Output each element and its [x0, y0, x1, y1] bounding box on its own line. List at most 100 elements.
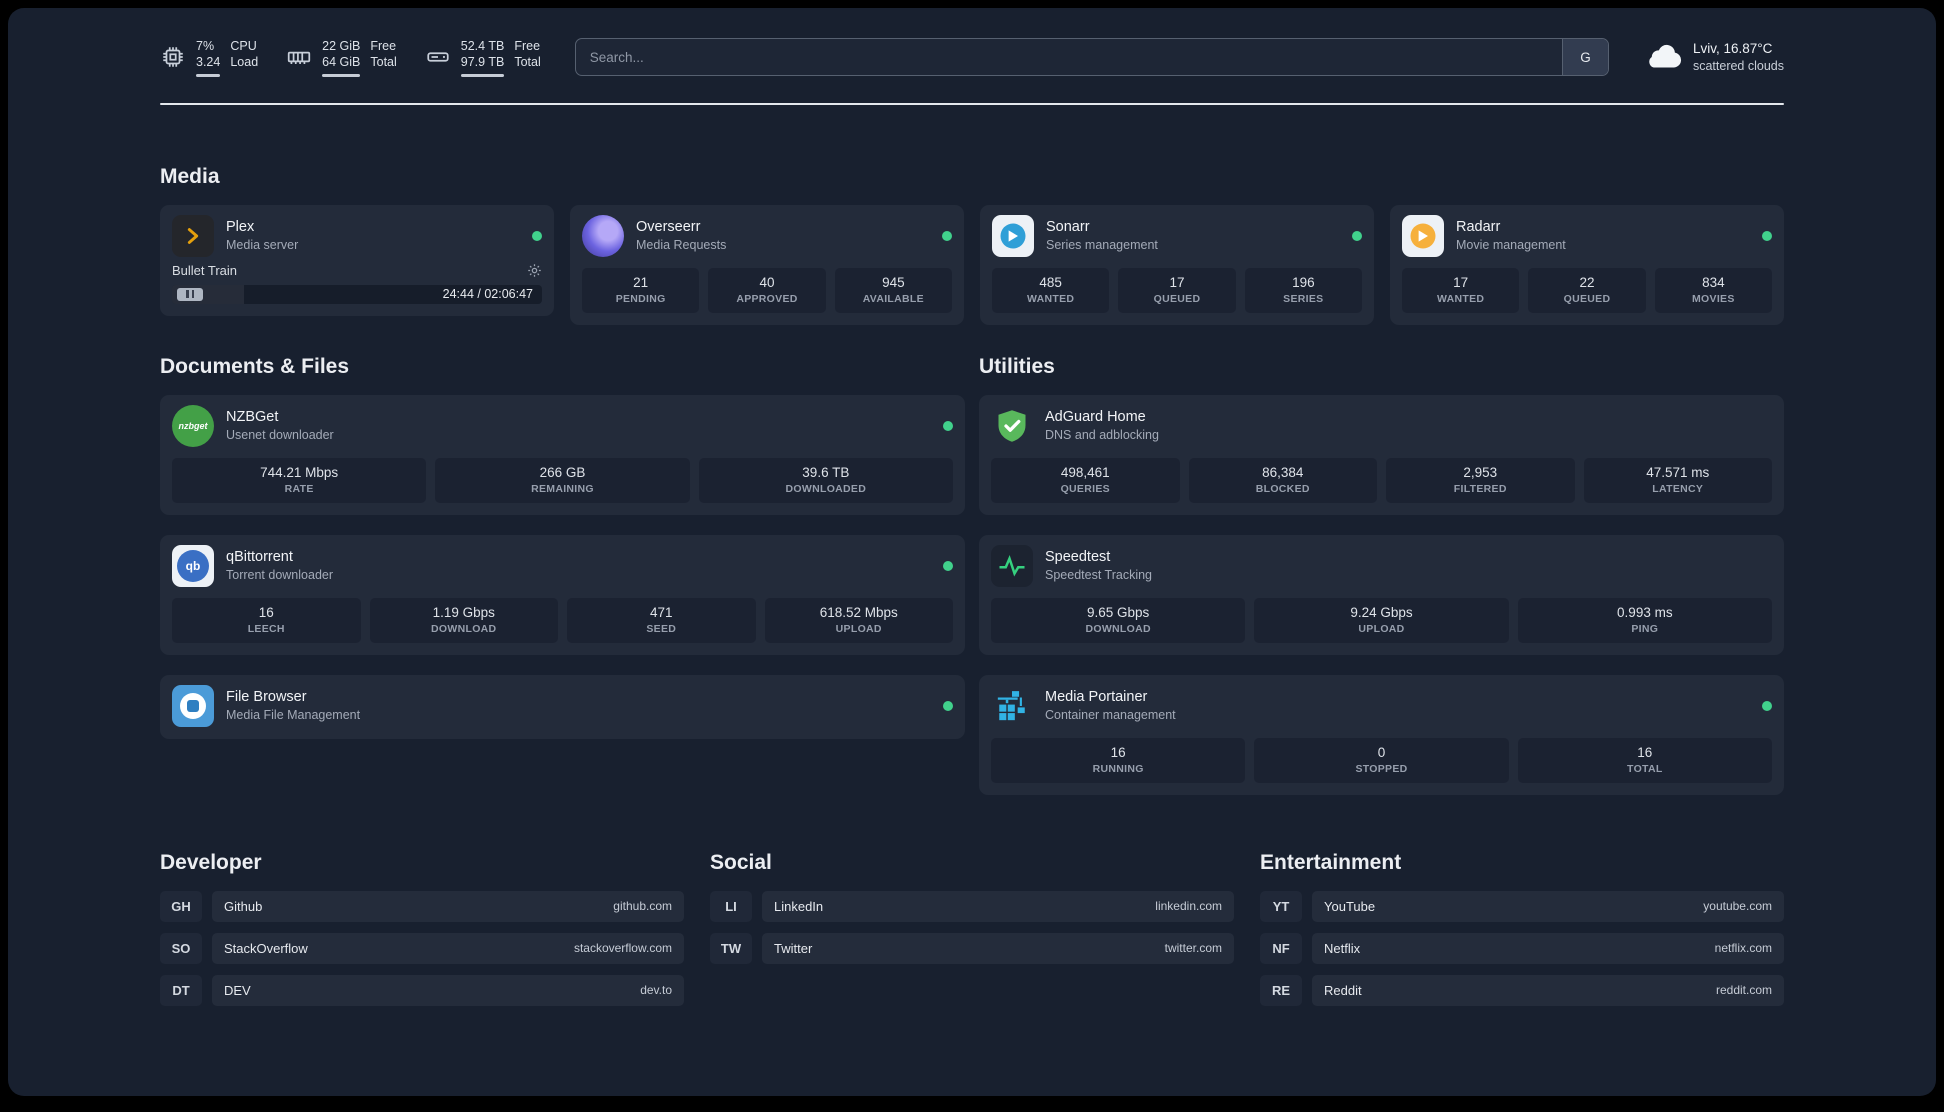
status-dot	[1762, 700, 1772, 711]
bookmark-link[interactable]: DEV dev.to	[212, 974, 684, 1006]
speedtest-icon	[991, 544, 1033, 587]
cpu-icon	[160, 44, 186, 70]
bookmark-link[interactable]: StackOverflow stackoverflow.com	[212, 932, 684, 964]
weather-widget: Lviv, 16.87°C scattered clouds	[1643, 40, 1784, 75]
stat-queued: 22 QUEUED	[1528, 267, 1646, 313]
gear-icon[interactable]	[527, 263, 542, 278]
status-dot	[943, 700, 953, 711]
stat-pending: 21 PENDING	[582, 267, 700, 313]
stat-wanted: 485 WANTED	[992, 267, 1110, 313]
top-bar: 7% 3.24 CPU Load 22 GiB 64 GiB Free Tota…	[160, 8, 1784, 77]
memory-widget: 22 GiB 64 GiB Free Total	[286, 38, 397, 77]
bookmark-github: GH Github github.com	[160, 890, 684, 922]
bookmark-abbr[interactable]: LI	[710, 890, 752, 922]
service-subtitle: Torrent downloader	[226, 567, 334, 582]
cpu-widget: 7% 3.24 CPU Load	[160, 38, 258, 77]
service-subtitle: Usenet downloader	[226, 427, 334, 442]
bookmark-abbr[interactable]: TW	[710, 932, 752, 964]
service-name: Overseerr	[636, 218, 701, 235]
section-title-utilities: Utilities	[979, 354, 1055, 378]
service-card-overseerr[interactable]: Overseerr Media Requests 21 PENDING 40 APP…	[570, 204, 964, 325]
section-documents: Documents & Files nzbget NZBGet Usenet d…	[160, 355, 965, 739]
header-divider	[160, 102, 1784, 105]
pause-icon	[191, 290, 194, 298]
bookmark-youtube: YT YouTube youtube.com	[1260, 890, 1784, 922]
stat-approved: 40 APPROVED	[708, 267, 826, 313]
memory-free: 22 GiB	[322, 39, 361, 53]
bookmark-abbr[interactable]: YT	[1260, 890, 1302, 922]
stat-upload: 9.24 Gbps UPLOAD	[1254, 597, 1509, 643]
service-subtitle: Container management	[1045, 707, 1176, 722]
stat-filtered: 2,953 FILTERED	[1386, 457, 1575, 503]
filebrowser-icon	[172, 684, 214, 727]
service-name: File Browser	[226, 688, 307, 705]
stat-rate: 744.21 Mbps RATE	[172, 457, 427, 503]
status-dot	[532, 230, 542, 241]
status-dot	[1352, 230, 1362, 241]
bookmark-link[interactable]: Twitter twitter.com	[762, 932, 1234, 964]
disk-widget: 52.4 TB 97.9 TB Free Total	[425, 38, 541, 77]
service-name: Media Portainer	[1045, 688, 1148, 705]
bookmark-link[interactable]: LinkedIn linkedin.com	[762, 890, 1234, 922]
service-name: qBittorrent	[226, 548, 293, 565]
service-card-qbittorrent[interactable]: qb qBittorrent Torrent downloader 16 LEEC…	[160, 534, 965, 655]
section-title-developer: Developer	[160, 850, 262, 874]
bookmark-link[interactable]: Github github.com	[212, 890, 684, 922]
status-dot	[942, 230, 952, 241]
stat-wanted: 17 WANTED	[1402, 267, 1520, 313]
service-card-filebrowser[interactable]: File Browser Media File Management	[160, 674, 965, 739]
stat-queued: 17 QUEUED	[1118, 267, 1236, 313]
stat-stopped: 0 STOPPED	[1254, 737, 1509, 783]
service-card-nzbget[interactable]: nzbget NZBGet Usenet downloader 744.21 M…	[160, 394, 965, 515]
stat-leech: 16 LEECH	[172, 597, 361, 643]
service-subtitle: DNS and adblocking	[1045, 427, 1159, 442]
bookmark-link[interactable]: YouTube youtube.com	[1312, 890, 1784, 922]
section-title-media: Media	[160, 164, 220, 188]
service-card-plex[interactable]: Plex Media server Bullet Train 24:44 / 0…	[160, 204, 554, 316]
memory-values: 22 GiB 64 GiB	[322, 38, 361, 77]
service-subtitle: Media server	[226, 237, 299, 252]
nzbget-icon: nzbget	[172, 404, 214, 447]
plex-now-playing: Bullet Train 24:44 / 02:06:47	[172, 263, 542, 304]
bookmark-abbr[interactable]: SO	[160, 932, 202, 964]
bookmark-link[interactable]: Reddit reddit.com	[1312, 974, 1784, 1006]
service-card-speedtest[interactable]: Speedtest Speedtest Tracking 9.65 Gbps DO…	[979, 534, 1784, 655]
service-subtitle: Media Requests	[636, 237, 727, 252]
pause-button[interactable]	[177, 287, 203, 301]
disk-usage-bar	[460, 73, 505, 77]
resource-widgets: 7% 3.24 CPU Load 22 GiB 64 GiB Free Tota…	[160, 38, 541, 77]
sonarr-icon	[992, 214, 1034, 257]
bookmark-abbr[interactable]: NF	[1260, 932, 1302, 964]
bookmark-group-developer: Developer GH Github github.com SO StackO…	[160, 851, 684, 1017]
service-card-adguard[interactable]: AdGuard Home DNS and adblocking 498,461 Q…	[979, 394, 1784, 515]
bookmark-abbr[interactable]: DT	[160, 974, 202, 1006]
service-card-portainer[interactable]: Media Portainer Container management 16 R…	[979, 674, 1784, 795]
track-title: Bullet Train	[172, 262, 238, 278]
service-card-sonarr[interactable]: Sonarr Series management 485 WANTED 17 QUE…	[980, 204, 1374, 325]
stat-running: 16 RUNNING	[991, 737, 1246, 783]
stat-downloaded: 39.6 TB DOWNLOADED	[698, 457, 953, 503]
weather-text: Lviv, 16.87°C scattered clouds	[1693, 40, 1784, 75]
playback-time: 24:44 / 02:06:47	[442, 287, 533, 301]
service-subtitle: Series management	[1046, 237, 1158, 252]
weather-cloud-icon	[1643, 41, 1683, 74]
stat-total: 16 TOTAL	[1517, 737, 1772, 783]
search-input[interactable]	[575, 39, 1562, 76]
service-name: Plex	[226, 218, 255, 235]
service-card-radarr[interactable]: Radarr Movie management 17 WANTED 22 QUEUE…	[1390, 204, 1784, 325]
cpu-usage: 7%	[196, 39, 215, 53]
status-dot	[1762, 230, 1772, 241]
stat-latency: 47.571 ms LATENCY	[1583, 457, 1772, 503]
disk-free: 52.4 TB	[460, 39, 505, 53]
disk-total: 97.9 TB	[460, 55, 505, 70]
bookmark-link[interactable]: Netflix netflix.com	[1312, 932, 1784, 964]
search-provider-button[interactable]: G	[1561, 39, 1608, 76]
bookmark-abbr[interactable]: RE	[1260, 974, 1302, 1006]
dashboard-page: 7% 3.24 CPU Load 22 GiB 64 GiB Free Tota…	[8, 8, 1936, 1096]
bookmark-abbr[interactable]: GH	[160, 890, 202, 922]
plex-icon	[172, 214, 214, 257]
memory-icon	[286, 44, 312, 70]
playback-progress-bar[interactable]: 24:44 / 02:06:47	[172, 284, 542, 304]
section-title-entertainment: Entertainment	[1260, 850, 1402, 874]
stat-ping: 0.993 ms PING	[1517, 597, 1772, 643]
